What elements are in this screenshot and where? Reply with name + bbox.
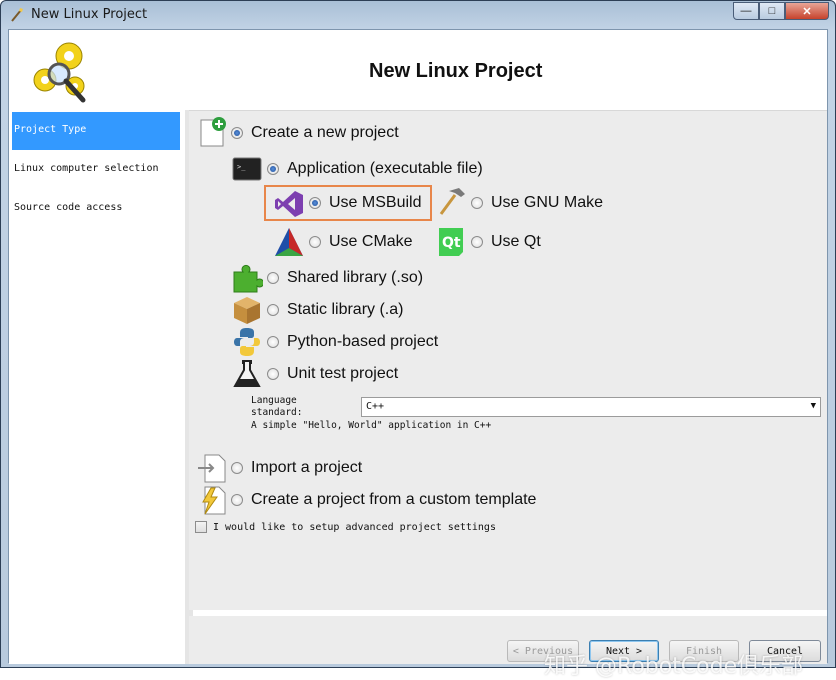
cmake-option[interactable]: Use CMake <box>309 233 413 251</box>
python-project-option[interactable]: Python-based project <box>267 333 438 351</box>
window-title: New Linux Project <box>31 7 148 22</box>
svg-text:Qt: Qt <box>442 235 461 251</box>
cmake-icon <box>275 228 303 256</box>
new-document-icon <box>200 117 226 147</box>
title-bar[interactable]: New Linux Project — □ ✕ <box>1 1 835 29</box>
maximize-button[interactable]: □ <box>759 2 785 20</box>
language-standard-value: C++ <box>366 401 385 412</box>
gears-magnifier-icon <box>33 42 86 103</box>
language-label-line1: Language <box>251 395 297 406</box>
cmake-radio[interactable] <box>309 236 321 248</box>
header: New Linux Project <box>9 30 827 110</box>
language-label-line2: standard: <box>251 407 303 418</box>
gnu-make-label: Use GNU Make <box>491 194 604 211</box>
dialog-window: New Linux Project — □ ✕ New Linux Projec… <box>0 0 836 679</box>
static-library-option[interactable]: Static library (.a) <box>267 301 403 319</box>
wand-icon <box>11 8 23 22</box>
qt-option[interactable]: Use Qt <box>471 233 541 251</box>
close-button[interactable]: ✕ <box>785 2 829 20</box>
qt-radio[interactable] <box>471 236 483 248</box>
language-standard-label: Language standard: <box>251 395 302 419</box>
msbuild-label: Use MSBuild <box>329 194 422 211</box>
visual-studio-icon <box>275 191 303 217</box>
static-library-radio[interactable] <box>267 304 279 316</box>
unit-test-radio[interactable] <box>267 368 279 380</box>
cmake-label: Use CMake <box>329 233 413 250</box>
msbuild-radio[interactable] <box>309 197 321 209</box>
python-project-label: Python-based project <box>287 333 439 350</box>
sidebar-item-linux-computer-selection[interactable]: Linux computer selection <box>12 151 180 189</box>
dialog-client: New Linux Project Project Type Linux com… <box>8 29 828 679</box>
sidebar-item-project-type[interactable]: Project Type <box>12 112 180 150</box>
unit-test-label: Unit test project <box>287 365 399 382</box>
msbuild-option[interactable]: Use MSBuild <box>309 194 421 212</box>
flask-icon <box>233 360 261 387</box>
page-title: New Linux Project <box>369 60 543 82</box>
python-icon <box>234 328 260 356</box>
unit-test-option[interactable]: Unit test project <box>267 365 398 383</box>
shared-library-radio[interactable] <box>267 272 279 284</box>
import-icon <box>198 454 226 483</box>
hammer-icon <box>439 188 465 215</box>
create-new-project-label: Create a new project <box>251 124 399 141</box>
import-project-label: Import a project <box>251 459 363 476</box>
python-project-radio[interactable] <box>267 336 279 348</box>
import-project-radio[interactable] <box>231 462 243 474</box>
static-library-label: Static library (.a) <box>287 301 404 318</box>
puzzle-icon <box>233 264 263 293</box>
watermark: 知乎 @RobotCode俱乐部 <box>544 654 804 679</box>
custom-template-label: Create a project from a custom template <box>251 491 537 508</box>
shared-library-option[interactable]: Shared library (.so) <box>267 269 423 287</box>
application-option[interactable]: Application (executable file) <box>267 160 483 178</box>
custom-template-radio[interactable] <box>231 494 243 506</box>
advanced-settings-checkbox[interactable] <box>195 521 207 533</box>
qt-label: Use Qt <box>491 233 541 250</box>
sidebar: Project Type Linux computer selection So… <box>9 110 185 664</box>
language-standard-select[interactable]: C++ ▼ <box>361 397 821 417</box>
import-project-option[interactable]: Import a project <box>231 459 362 477</box>
terminal-icon: >_ <box>232 157 262 181</box>
gnu-make-radio[interactable] <box>471 197 483 209</box>
advanced-settings-label: I would like to setup advanced project s… <box>213 521 496 533</box>
minimize-button[interactable]: — <box>733 2 759 20</box>
custom-template-option[interactable]: Create a project from a custom template <box>231 491 536 509</box>
create-new-project-radio[interactable] <box>231 127 243 139</box>
shared-library-label: Shared library (.so) <box>287 269 424 286</box>
chevron-down-icon[interactable]: ▼ <box>811 401 816 411</box>
language-description: A simple "Hello, World" application in C… <box>251 420 492 431</box>
svg-text:>_: >_ <box>237 163 246 171</box>
box-icon <box>234 297 260 324</box>
application-label: Application (executable file) <box>287 160 483 177</box>
advanced-settings-option[interactable]: I would like to setup advanced project s… <box>195 521 496 533</box>
gnu-make-option[interactable]: Use GNU Make <box>471 194 603 212</box>
create-new-project-option[interactable]: Create a new project <box>231 124 399 142</box>
sidebar-item-source-code-access[interactable]: Source code access <box>12 190 180 228</box>
lightning-document-icon <box>202 486 226 515</box>
qt-icon: Qt <box>439 228 463 256</box>
application-radio[interactable] <box>267 163 279 175</box>
